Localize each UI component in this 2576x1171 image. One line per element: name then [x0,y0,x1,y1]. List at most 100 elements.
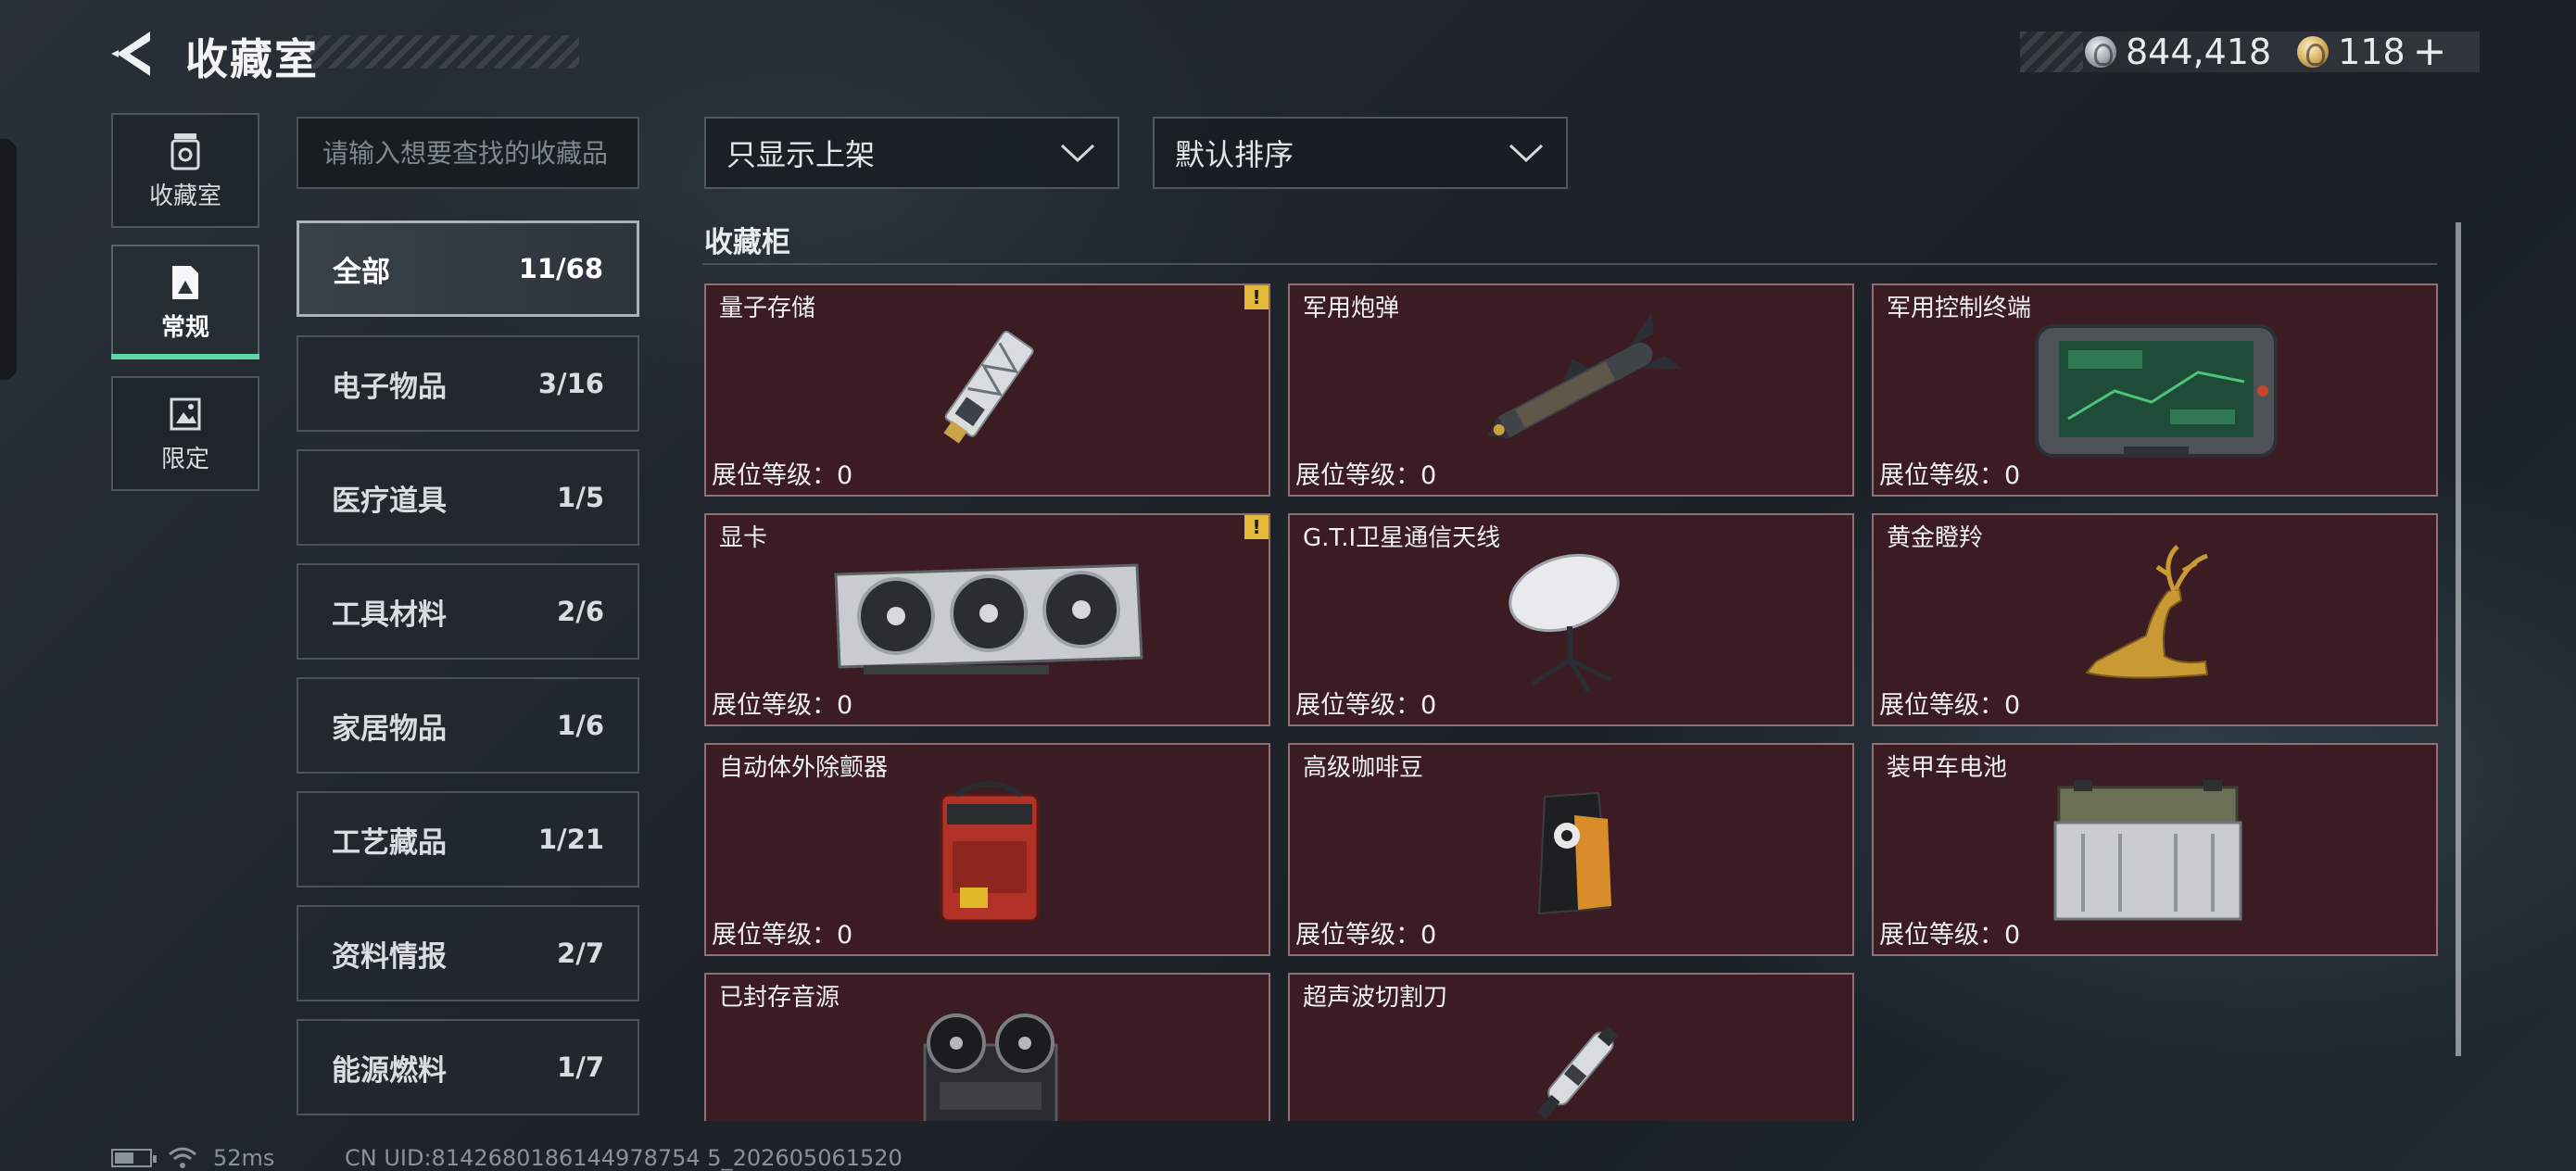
coffee-bag-icon [1537,791,1611,915]
chevron-down-icon [1060,144,1095,163]
category-name: 家居物品 [332,711,447,746]
silver-coin-amount: 844,418 [2126,31,2272,72]
title-decoration [306,35,579,69]
chevron-down-icon [1509,144,1544,163]
item-card-graphics-card[interactable]: 显卡 ! 展位等级：0 [704,513,1270,726]
item-card-military-shell[interactable]: 军用炮弹 展位等级：0 [1288,283,1854,497]
cabinet-title: 收藏柜 [704,226,790,259]
warning-badge: ! [1244,285,1269,309]
ping-value: 52ms [213,1145,275,1171]
satellite-dish-icon [1509,553,1620,693]
reel-recorder-icon [923,1014,1058,1121]
nav-regular[interactable]: 常规 [111,245,259,359]
item-name: 装甲车电池 [1887,754,2008,782]
display-filter-dropdown[interactable]: 只显示上架 [704,117,1119,189]
item-name: 高级咖啡豆 [1303,754,1424,782]
item-name: 军用炮弹 [1303,295,1400,322]
divider [702,263,2437,265]
nav-limited[interactable]: 限定 [111,376,259,491]
category-name: 医疗道具 [332,484,447,518]
display-level: 展位等级：0 [712,921,853,950]
silver-coin-icon [2085,36,2116,68]
wifi-icon [169,1147,196,1168]
sort-dropdown[interactable]: 默认排序 [1153,117,1568,189]
item-card-coffee-bag[interactable]: 高级咖啡豆 展位等级：0 [1288,743,1854,956]
warning-badge: ! [1244,515,1269,539]
display-level: 展位等级：0 [712,461,853,490]
limited-icon [170,397,201,430]
item-name: 显卡 [719,524,768,552]
category-count: 1/21 [537,824,604,855]
back-arrow-icon [111,31,150,76]
category-name: 全部 [333,255,390,289]
graphics-card-icon [834,563,1143,674]
gold-coin-icon [2297,36,2330,68]
add-currency-button[interactable]: + [2413,31,2447,72]
display-filter-value: 只显示上架 [726,137,876,172]
sort-value: 默认排序 [1175,137,1294,172]
category-tools[interactable]: 工具材料 2/6 [297,563,639,660]
item-name: 黄金瞪羚 [1887,524,1984,552]
category-intel[interactable]: 资料情报 2/7 [297,905,639,1001]
item-name: 军用控制终端 [1887,295,2032,322]
display-level: 展位等级：0 [1879,691,2021,720]
item-card-defibrillator[interactable]: 自动体外除颤器 展位等级：0 [704,743,1270,956]
nav-label: 限定 [160,445,209,473]
category-household[interactable]: 家居物品 1/6 [297,677,639,774]
display-level: 展位等级：0 [1295,691,1437,720]
regular-icon [172,265,198,299]
item-card-ultrasonic-cutter[interactable]: 超声波切割刀 [1288,973,1854,1121]
nav-label: 收藏室 [148,182,221,210]
category-medical[interactable]: 医疗道具 1/5 [297,449,639,546]
display-level: 展位等级：0 [712,691,853,720]
item-card-quantum-storage[interactable]: 量子存储 ! 展位等级：0 [704,283,1270,497]
category-name: 工具材料 [332,598,447,632]
category-count: 1/5 [557,482,604,513]
item-name: 量子存储 [719,295,816,322]
back-button[interactable] [109,28,156,80]
item-name: 超声波切割刀 [1303,984,1448,1012]
category-name: 资料情报 [332,939,447,974]
category-name: 工艺藏品 [332,825,447,860]
category-count: 1/7 [557,1051,604,1083]
category-energy[interactable]: 能源燃料 1/7 [297,1019,639,1115]
category-count: 3/16 [537,368,604,399]
category-count: 1/6 [557,710,604,741]
ultrasonic-cutter-icon [1536,1025,1619,1119]
category-name: 电子物品 [332,370,447,404]
item-name: 自动体外除颤器 [719,754,889,782]
military-terminal-icon [2035,324,2278,458]
golden-gazelle-icon [2085,545,2209,679]
category-count: 2/7 [557,938,604,969]
item-card-vehicle-battery[interactable]: 装甲车电池 展位等级：0 [1872,743,2438,956]
item-name: 已封存音源 [719,984,840,1012]
category-count: 2/6 [557,596,604,627]
category-name: 能源燃料 [332,1053,447,1088]
item-card-golden-gazelle[interactable]: 黄金瞪羚 展位等级：0 [1872,513,2438,726]
search-input[interactable] [297,117,639,189]
item-card-military-terminal[interactable]: 军用控制终端 展位等级：0 [1872,283,2438,497]
category-electronics[interactable]: 电子物品 3/16 [297,335,639,432]
quantum-storage-icon [943,330,1034,444]
category-all[interactable]: 全部 11/68 [297,220,639,317]
item-card-satellite-dish[interactable]: G.T.I卫星通信天线 展位等级：0 [1288,513,1854,726]
category-crafts[interactable]: 工艺藏品 1/21 [297,791,639,888]
military-shell-icon [1487,313,1684,438]
vehicle-battery-icon [2053,780,2242,921]
cabinet-grid: 量子存储 ! 展位等级：0 军用炮弹 展位等级：0 军用控制终端 展位等级：0 … [704,283,2439,1121]
page-title: 收藏室 [185,34,319,84]
nav-collection-room[interactable]: 收藏室 [111,113,259,228]
display-level: 展位等级：0 [1295,921,1437,950]
nav-label: 常规 [160,313,209,342]
currency-decoration [2020,31,2083,72]
status-bar: 52ms [111,1145,274,1171]
display-level: 展位等级：0 [1879,461,2021,490]
scrollbar-thumb[interactable] [2456,222,2461,1056]
item-name: G.T.I卫星通信天线 [1303,524,1501,552]
screen-edge-handle [0,139,17,380]
battery-icon [111,1149,157,1167]
display-level: 展位等级：0 [1879,921,2021,950]
category-count: 11/68 [518,253,603,284]
item-card-reel-recorder[interactable]: 已封存音源 [704,973,1270,1121]
defibrillator-icon [940,781,1040,923]
